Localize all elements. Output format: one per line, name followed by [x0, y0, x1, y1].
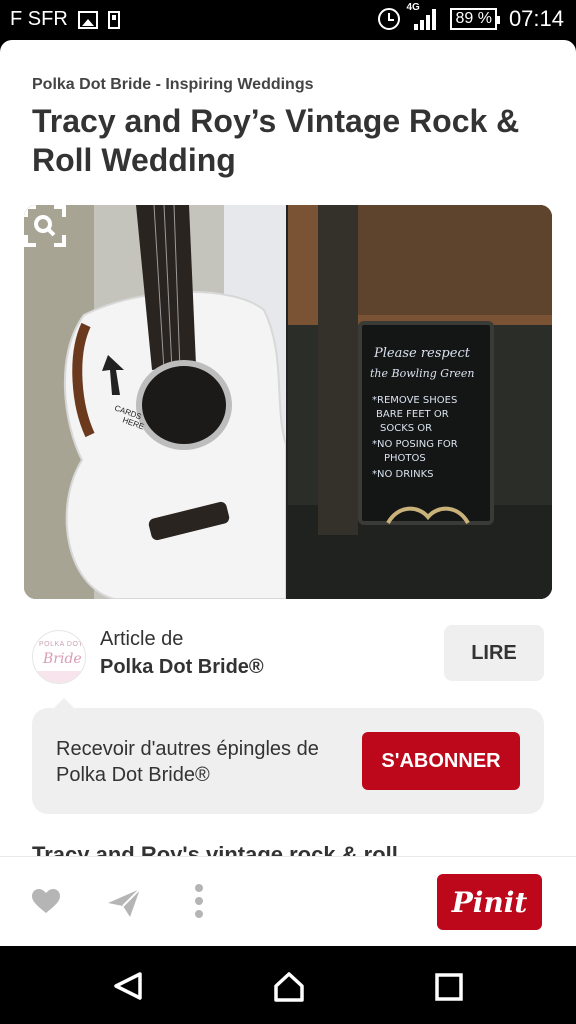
battery-level: 89 % — [455, 10, 492, 27]
pin-sheet: Polka Dot Bride - Inspiring Weddings Tra… — [0, 40, 576, 946]
sim-icon — [107, 10, 120, 29]
status-bar: F SFR 4G 89 % 07:14 — [0, 0, 576, 40]
guitar-photo: CARDS HERE — [24, 205, 286, 599]
sign-line-4: BARE FEET OR — [376, 409, 449, 420]
action-bar: Pinit — [0, 856, 576, 946]
send-icon[interactable] — [108, 887, 140, 917]
pin-title: Tracy and Roy’s Vintage Rock & Roll Wedd… — [32, 103, 520, 178]
recents-icon[interactable] — [434, 972, 464, 1002]
sign-line-3: *REMOVE SHOES — [372, 395, 457, 406]
heart-icon[interactable] — [32, 889, 60, 915]
sign-line-1: Please respect — [373, 346, 471, 361]
back-icon[interactable] — [112, 970, 144, 1002]
author-avatar[interactable]: POLKA DOT Bride — [32, 630, 86, 684]
more-icon[interactable] — [192, 883, 206, 919]
pin-source[interactable]: Polka Dot Bride - Inspiring Weddings — [32, 76, 314, 94]
signal-icon: 4G — [406, 2, 438, 30]
clock: 07:14 — [508, 6, 564, 31]
pin-it-button[interactable]: Pinit — [437, 874, 542, 930]
sign-line-6: *NO POSING FOR — [372, 439, 458, 450]
battery-indicator: 89 % — [450, 8, 501, 30]
sign-illustration: Please respect the Bowling Green *REMOVE… — [288, 205, 552, 599]
subscribe-button[interactable]: S'ABONNER — [362, 732, 520, 790]
pin-image[interactable]: CARDS HERE Please respect the Bowling Gr… — [24, 205, 552, 599]
visual-search-icon[interactable] — [24, 205, 66, 247]
nav-bar — [0, 946, 576, 1024]
guitar-illustration: CARDS HERE — [24, 205, 286, 599]
sign-line-8: *NO DRINKS — [372, 469, 434, 480]
sign-line-7: PHOTOS — [384, 453, 426, 464]
network-type: 4G — [406, 2, 420, 13]
home-icon[interactable] — [272, 970, 306, 1004]
article-author[interactable]: Polka Dot Bride® — [100, 656, 264, 679]
subscribe-text: Recevoir d'autres épingles de Polka Dot … — [56, 738, 319, 786]
avatar-text-top: POLKA DOT — [39, 641, 84, 648]
sign-line-2: the Bowling Green — [370, 367, 474, 380]
carrier-label: F SFR — [10, 8, 68, 30]
alarm-icon — [378, 8, 401, 30]
sign-line-5: SOCKS OR — [380, 423, 432, 434]
subscribe-box: Recevoir d'autres épingles de Polka Dot … — [32, 698, 544, 814]
read-button[interactable]: LIRE — [444, 625, 544, 681]
avatar-text-main: Bride — [43, 651, 82, 667]
article-row: POLKA DOT Bride Article de Polka Dot Bri… — [0, 620, 576, 690]
article-label: Article de — [100, 628, 184, 650]
sign-photo: Please respect the Bowling Green *REMOVE… — [288, 205, 552, 599]
image-icon — [77, 10, 98, 29]
